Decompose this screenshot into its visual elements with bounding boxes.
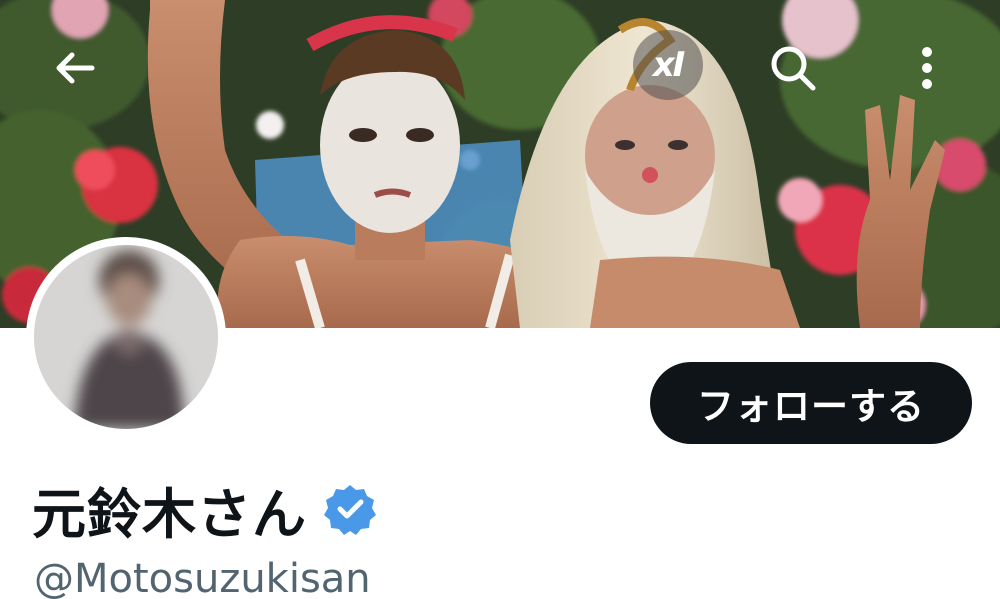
username-handle: @Motosuzukisan	[34, 556, 371, 599]
more-vertical-icon	[922, 47, 932, 89]
avatar-photo	[34, 245, 218, 429]
grok-button[interactable]: xI	[633, 30, 703, 100]
follow-button[interactable]: フォローする	[650, 362, 972, 444]
arrow-left-icon	[56, 52, 95, 84]
verified-badge-icon[interactable]	[323, 482, 377, 536]
display-name: 元鈴木さん	[32, 482, 307, 546]
profile-name-row: 元鈴木さん	[32, 474, 377, 546]
avatar[interactable]	[26, 237, 226, 437]
search-button[interactable]	[758, 33, 828, 103]
avatar-image	[34, 245, 218, 429]
back-button[interactable]	[40, 33, 110, 103]
follow-button-label: フォローする	[697, 385, 925, 428]
profile-screen: xI フォローする 元鈴木さん @Motosuzukisan	[0, 0, 1000, 599]
xai-grok-icon: xI	[652, 45, 686, 85]
search-icon	[771, 46, 816, 91]
more-options-button[interactable]	[892, 33, 962, 103]
